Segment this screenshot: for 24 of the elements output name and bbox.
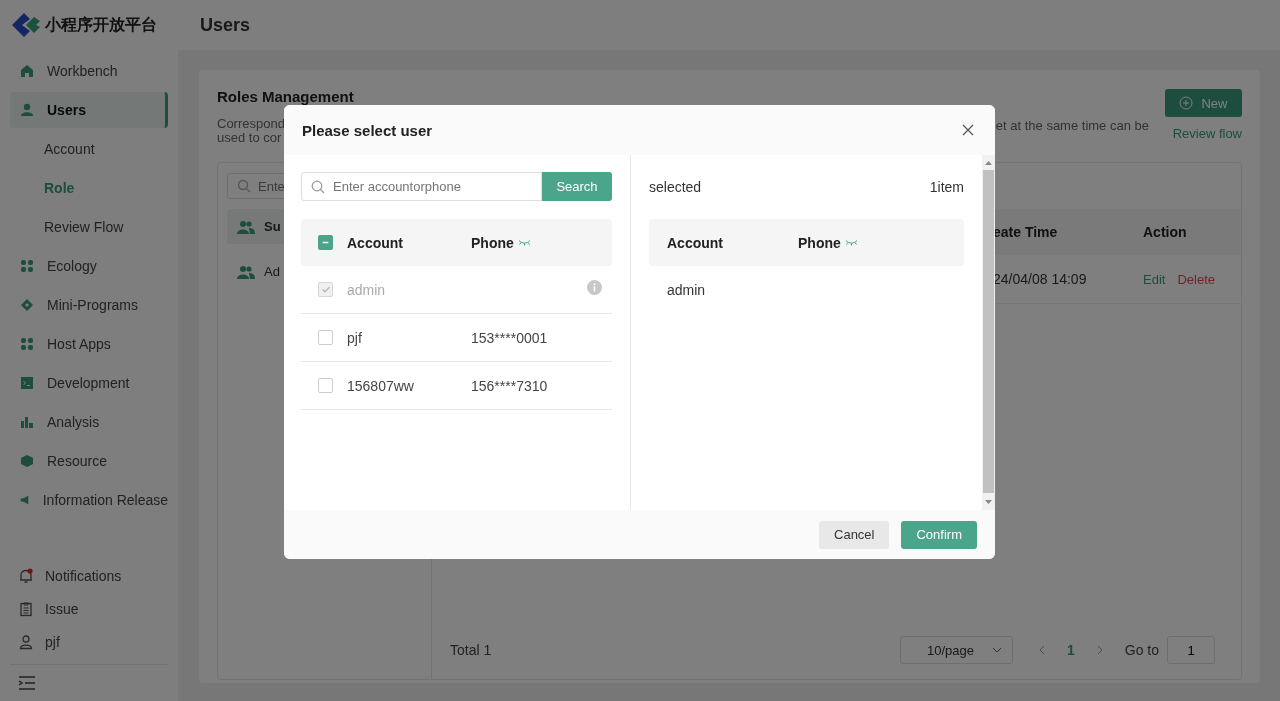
description-text: et at the same time can be <box>995 118 1149 134</box>
selected-label: selected <box>649 179 702 195</box>
table-cell-text: admin <box>347 281 387 298</box>
column-header: Account <box>347 234 404 251</box>
column-header: eate Time <box>993 224 1059 240</box>
table-cell-text: 156807ww <box>347 377 415 394</box>
table-cell-text: 24/04/08 14:09 <box>993 271 1088 287</box>
table-cell: 153****0001 <box>471 329 548 346</box>
selected-count: 1item <box>929 179 964 195</box>
go-to-label: Go to <box>1124 642 1159 658</box>
table-cell-text: pjf <box>347 329 363 346</box>
logo-text: 小程序开放平台 <box>45 14 157 36</box>
column-header: Phone <box>798 234 841 251</box>
table-cell: 156****7310 <box>471 377 548 394</box>
column-header: Phone <box>471 234 514 251</box>
description-text: Correspond <box>217 117 285 131</box>
column-header: Account <box>667 234 724 251</box>
description-text: used to cor <box>217 131 282 145</box>
dialog-title: Please select user <box>302 121 433 139</box>
card-title: Roles Management <box>217 88 354 105</box>
column-header: Action <box>1143 224 1188 240</box>
total-count: Total 1 <box>450 642 492 658</box>
table-cell-text: admin <box>667 281 707 298</box>
page-title: Users <box>200 14 251 36</box>
